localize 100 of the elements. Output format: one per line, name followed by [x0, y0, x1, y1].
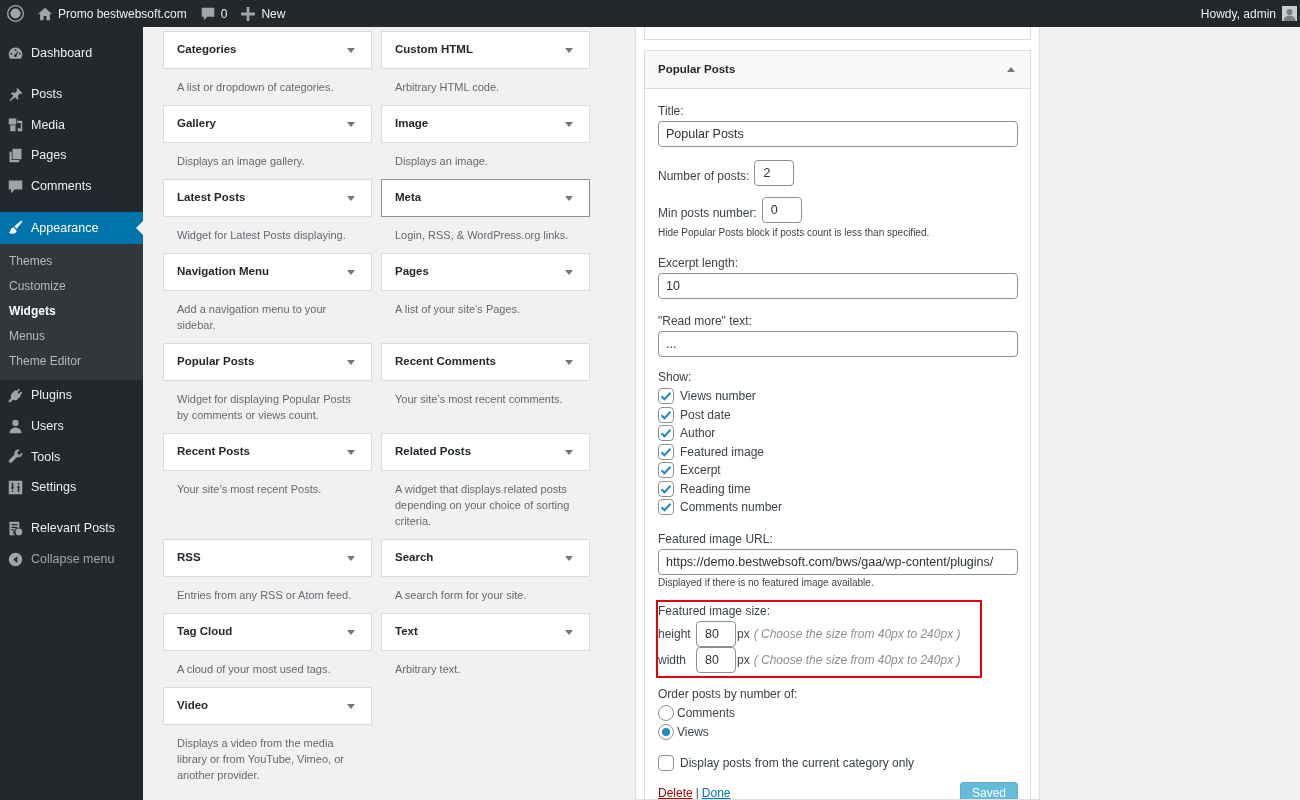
caret-down-icon[interactable] [565, 121, 573, 127]
delete-link[interactable]: Delete [658, 784, 693, 799]
widget-description: A list of your site’s Pages. [394, 302, 522, 317]
menu-item[interactable]: Appearance [0, 212, 143, 244]
menu-item[interactable]: Relevant Posts [0, 513, 143, 544]
menu-item[interactable]: Posts [0, 78, 143, 110]
menu-item[interactable]: Tools [0, 441, 143, 473]
site-name-link[interactable]: Promo bestwebsoft.com [38, 0, 187, 27]
done-link[interactable]: Done [701, 784, 731, 799]
pushpin-icon [8, 86, 23, 102]
widget-tile[interactable]: Search [381, 539, 590, 577]
checkbox[interactable] [658, 388, 674, 405]
caret-up-icon[interactable] [1007, 67, 1015, 72]
widget-tile[interactable]: Recent Posts [163, 433, 372, 471]
submenu-item[interactable]: Widgets [0, 299, 143, 325]
avatar-icon [1282, 6, 1297, 21]
submenu-item[interactable]: Customize [0, 274, 143, 300]
caret-down-icon[interactable] [565, 47, 573, 53]
widget-tile[interactable]: Custom HTML [381, 31, 590, 69]
widget-tile[interactable]: Pages [381, 253, 590, 291]
field-label: Excerpt length: [658, 255, 740, 271]
caret-down-icon[interactable] [565, 629, 573, 635]
radio-label: Views [677, 724, 709, 741]
caret-down-icon[interactable] [565, 359, 573, 365]
person-icon [8, 418, 23, 434]
widget-tile[interactable]: Video [163, 687, 372, 725]
new-content-link[interactable]: New [241, 0, 286, 27]
submenu-item[interactable]: Menus [0, 324, 143, 350]
text-input[interactable]: Popular Posts [658, 121, 1018, 147]
unit-label: px [737, 652, 750, 670]
widget-tile[interactable]: Popular Posts [163, 343, 372, 381]
caret-down-icon[interactable] [347, 195, 355, 201]
menu-item[interactable]: Media [0, 109, 143, 141]
logo-icon[interactable] [7, 5, 24, 22]
menu-item[interactable]: Settings [0, 472, 143, 504]
home-icon [38, 6, 52, 21]
caret-down-icon[interactable] [347, 703, 355, 709]
menu-item[interactable]: Pages [0, 140, 143, 172]
dimension-label: height [658, 625, 692, 643]
menu-item[interactable]: Plugins [0, 380, 143, 411]
menu-item[interactable]: Users [0, 410, 143, 442]
checkbox[interactable] [658, 406, 674, 423]
size-input[interactable]: 80 [696, 647, 736, 674]
sliders-icon [8, 480, 23, 496]
checkbox[interactable] [658, 425, 674, 442]
menu-item[interactable]: Comments [0, 171, 143, 202]
widget-description: Displays a video from the media library or from YouTube, Vimeo, or another provider. [176, 736, 345, 783]
caret-down-icon[interactable] [347, 121, 355, 127]
checkbox[interactable] [658, 443, 674, 460]
widget-tile[interactable]: Navigation Menu [163, 253, 372, 291]
widget-tile[interactable]: Image [381, 105, 590, 143]
field-label: Min posts number: [658, 204, 757, 221]
url-input[interactable]: https://demo.bestwebsoft.com/bws/gaa/wp-content/plugins/ [658, 548, 1018, 575]
checkbox-label: Comments number [680, 499, 783, 517]
field-label: Featured image size: [658, 602, 772, 619]
widget-tile[interactable]: Tag Cloud [163, 613, 372, 651]
caret-down-icon[interactable] [347, 449, 355, 455]
widget-tile[interactable]: Related Posts [381, 433, 590, 471]
radio-button[interactable] [658, 705, 674, 721]
number-input[interactable]: 2 [754, 160, 795, 186]
size-input[interactable]: 80 [696, 620, 736, 647]
caret-down-icon[interactable] [565, 269, 573, 275]
link-separator: | [695, 785, 699, 799]
paintbrush-icon [8, 220, 23, 236]
widget-tile[interactable]: Recent Comments [381, 343, 590, 381]
widget-tile[interactable]: Meta [381, 179, 590, 217]
submenu-item[interactable]: Themes [0, 249, 143, 275]
size-hint: ( Choose the size from 40px to 240px ) [753, 652, 961, 670]
collapse-menu-button[interactable]: Collapse menu [0, 543, 143, 575]
radio-label: Comments [677, 705, 735, 722]
text-input[interactable]: ... [658, 331, 1018, 357]
widget-tile[interactable]: Text [381, 613, 590, 651]
submenu-item[interactable]: Theme Editor [0, 349, 143, 375]
checkbox[interactable] [658, 754, 674, 771]
menu-item[interactable]: Dashboard [0, 38, 143, 69]
plus-icon [241, 6, 256, 21]
account-link[interactable]: Howdy, admin [1200, 0, 1297, 27]
checkbox[interactable] [658, 462, 674, 479]
checkbox[interactable] [658, 480, 674, 497]
widget-tile[interactable]: Latest Posts [163, 179, 372, 217]
widget-tile[interactable]: Gallery [163, 105, 372, 143]
widget-header[interactable]: Popular Posts [645, 51, 1030, 89]
number-input[interactable]: 0 [761, 197, 802, 223]
caret-down-icon[interactable] [565, 195, 573, 201]
widget-tile[interactable]: RSS [163, 539, 372, 577]
caret-down-icon[interactable] [347, 269, 355, 275]
caret-down-icon[interactable] [347, 47, 355, 53]
widget-description: A widget that displays related posts depending on your choice of sorting criteria. [394, 482, 571, 529]
text-input[interactable]: 10 [658, 273, 1018, 299]
caret-down-icon[interactable] [565, 449, 573, 455]
checkbox[interactable] [658, 499, 674, 516]
caret-down-icon[interactable] [347, 359, 355, 365]
widget-description: Displays an image. [394, 154, 489, 169]
caret-down-icon[interactable] [347, 555, 355, 561]
comments-link[interactable]: 0 [200, 0, 228, 27]
document-icon [8, 521, 23, 537]
caret-down-icon[interactable] [347, 629, 355, 635]
widget-tile[interactable]: Categories [163, 31, 372, 69]
radio-button[interactable] [658, 724, 674, 740]
caret-down-icon[interactable] [565, 555, 573, 561]
